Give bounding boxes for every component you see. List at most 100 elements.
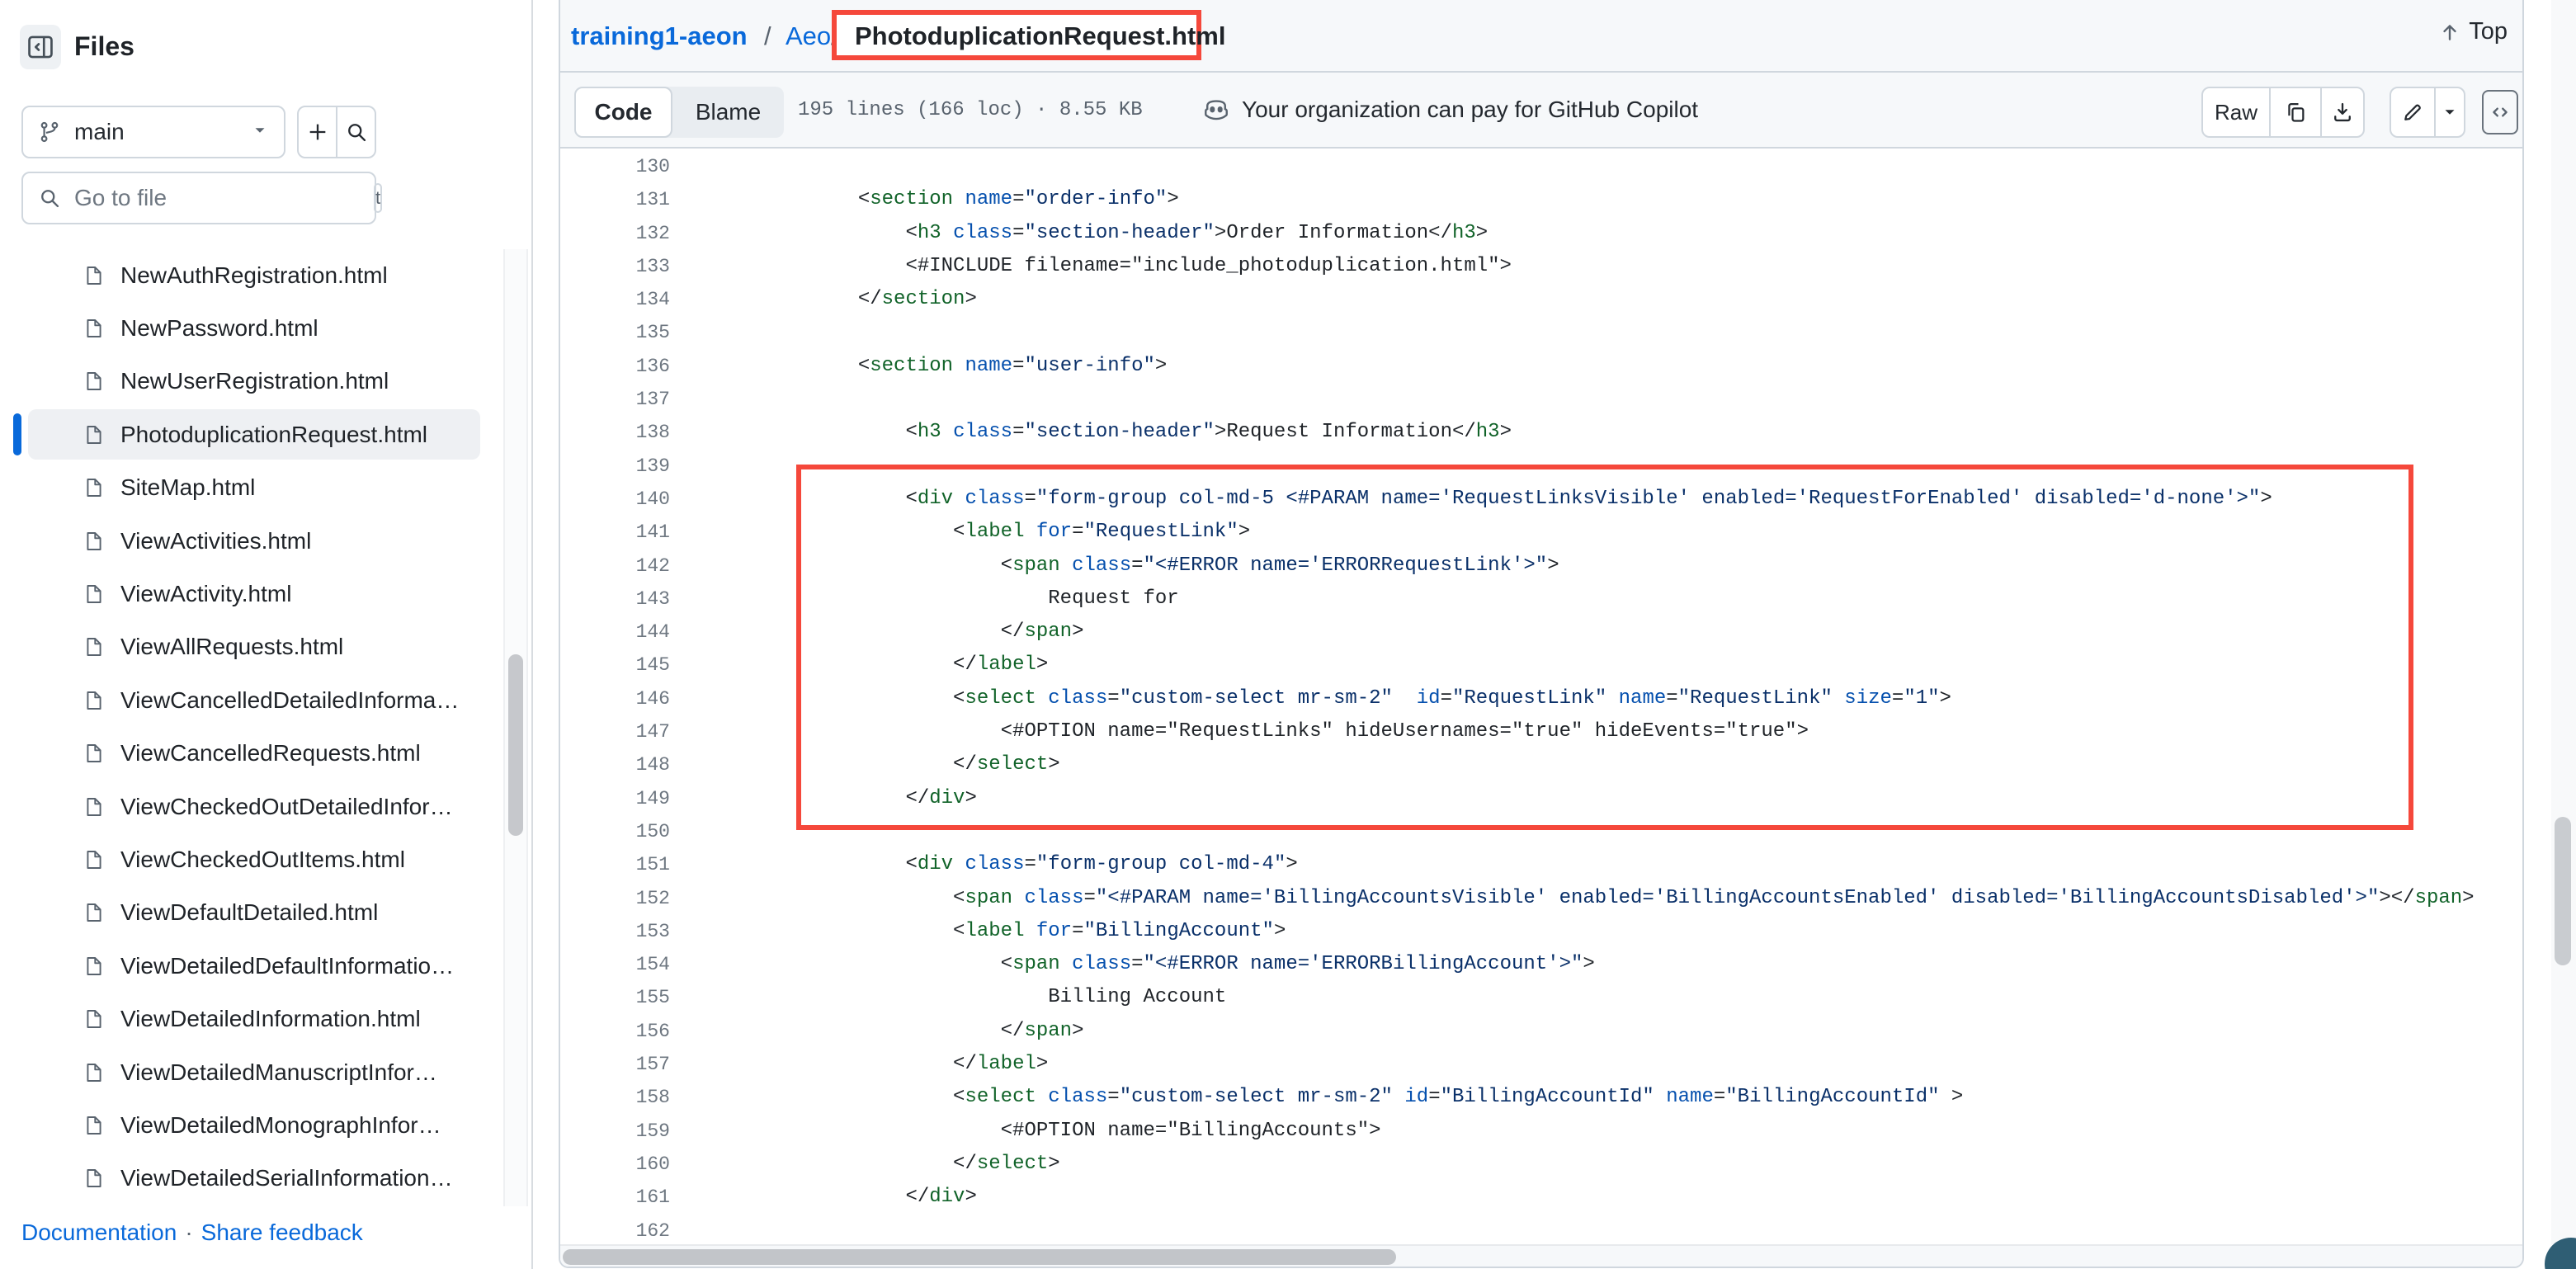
scroll-to-top-button[interactable]: Top [2439,18,2508,45]
breadcrumb-filename: PhotoduplicationRequest.html [855,21,1226,51]
line-number[interactable]: 155 [560,981,670,1014]
keyboard-shortcut-badge: t [374,183,382,213]
line-number[interactable]: 139 [560,450,670,483]
file-item[interactable]: ViewDetailedInformation.html [0,993,503,1045]
file-item[interactable]: NewAuthRegistration.html [0,249,503,301]
file-item[interactable]: PhotoduplicationRequest.html [0,408,503,460]
breadcrumb-repo-link[interactable]: training1-aeon [571,21,748,51]
line-number[interactable]: 130 [560,150,670,183]
line-number[interactable]: 159 [560,1115,670,1148]
line-number[interactable]: 160 [560,1148,670,1181]
footer-separator: · [185,1219,192,1245]
download-button[interactable] [2320,88,2363,136]
collapse-sidebar-button[interactable] [20,25,61,69]
line-number[interactable]: 145 [560,649,670,682]
file-item[interactable]: ViewActivities.html [0,515,503,567]
goto-file-search[interactable]: t [21,172,376,224]
code-line: 161 </div> [560,1181,2522,1214]
line-number[interactable]: 140 [560,483,670,516]
tab-blame[interactable]: Blame [672,87,784,138]
code-text: Billing Account [715,981,1226,1014]
file-item[interactable]: ViewDetailedDefaultInformatio… [0,940,503,992]
copy-raw-button[interactable] [2269,88,2320,136]
line-number[interactable]: 138 [560,416,670,449]
file-item[interactable]: ViewDefaultDetailed.html [0,887,503,939]
file-icon [83,1007,105,1031]
line-number[interactable]: 137 [560,383,670,416]
code-text: <#OPTION name="RequestLinks" hideUsernam… [715,715,1809,748]
file-item[interactable]: SiteMap.html [0,462,503,514]
page-scrollbar-track[interactable] [2551,0,2576,1269]
line-number[interactable]: 135 [560,316,670,349]
code-line: 155 Billing Account [560,981,2522,1014]
search-tree-button[interactable] [336,107,375,157]
code-line: 159 <#OPTION name="BillingAccounts"> [560,1115,2522,1148]
line-number[interactable]: 156 [560,1015,670,1048]
line-number[interactable]: 132 [560,217,670,250]
edit-options-dropdown[interactable] [2434,88,2464,136]
file-item[interactable]: ViewDetailedSerialInformation… [0,1153,503,1205]
line-number[interactable]: 157 [560,1048,670,1081]
share-feedback-link[interactable]: Share feedback [201,1219,363,1245]
goto-file-input[interactable] [73,184,374,212]
file-item[interactable]: ViewDetailedManuscriptInfor… [0,1046,503,1098]
line-number[interactable]: 141 [560,516,670,549]
code-line: 150 [560,815,2522,848]
file-item[interactable]: ViewCancelledRequests.html [0,728,503,780]
file-name: ViewCheckedOutItems.html [120,847,405,873]
line-number[interactable]: 143 [560,583,670,616]
raw-button[interactable]: Raw [2203,88,2269,136]
file-meta-info: 195 lines (166 loc) · 8.55 KB [798,73,1143,147]
code-hscrollbar-track[interactable] [560,1244,2522,1267]
file-item[interactable]: ViewActivity.html [0,568,503,620]
tab-code[interactable]: Code [574,87,672,138]
breadcrumb-separator: / [831,21,838,51]
page-scrollbar-thumb[interactable] [2555,817,2571,965]
file-item[interactable]: NewUserRegistration.html [0,356,503,408]
line-number[interactable]: 161 [560,1181,670,1214]
line-number[interactable]: 147 [560,715,670,748]
add-file-button[interactable] [299,107,336,157]
symbols-panel-button[interactable] [2482,90,2518,134]
code-line: 156 </span> [560,1015,2522,1048]
file-item[interactable]: ViewCheckedOutItems.html [0,833,503,885]
file-item[interactable]: ViewDetailedMonographInfor… [0,1099,503,1151]
line-number[interactable]: 133 [560,250,670,283]
line-number[interactable]: 150 [560,815,670,848]
line-number[interactable]: 131 [560,183,670,216]
line-number[interactable]: 134 [560,283,670,316]
file-icon [83,741,105,766]
line-number[interactable]: 153 [560,915,670,948]
selected-indicator [13,413,21,455]
line-number[interactable]: 158 [560,1081,670,1114]
corner-floating-widget[interactable] [2545,1238,2576,1269]
sidebar-footer: Documentation · Share feedback [21,1219,363,1246]
file-item[interactable]: ViewAllRequests.html [0,621,503,673]
line-number[interactable]: 144 [560,616,670,649]
line-number[interactable]: 146 [560,682,670,715]
copilot-banner[interactable]: Your organization can pay for GitHub Cop… [1202,73,1698,147]
line-number[interactable]: 152 [560,882,670,915]
line-number[interactable]: 162 [560,1215,670,1245]
sidebar-scrollbar-thumb[interactable] [508,654,523,836]
file-item[interactable]: NewPassword.html [0,302,503,354]
documentation-link[interactable]: Documentation [21,1219,177,1245]
edit-actions-group [2390,87,2465,138]
branch-selector[interactable]: main [21,106,285,158]
line-number[interactable]: 154 [560,948,670,981]
code-hscrollbar-thumb[interactable] [563,1249,1396,1265]
chevron-down-icon [251,121,269,144]
code-line: 148 </select> [560,748,2522,781]
edit-file-button[interactable] [2391,88,2434,136]
line-number[interactable]: 136 [560,350,670,383]
line-number[interactable]: 142 [560,550,670,583]
file-icon [83,795,105,819]
file-item[interactable]: ViewCancelledDetailedInforma… [0,674,503,726]
file-tree-sidebar: Files main t NewAuthRegistration.htmlNew… [0,0,531,1269]
line-number[interactable]: 151 [560,848,670,881]
line-number[interactable]: 149 [560,782,670,815]
sidebar-divider[interactable] [531,0,533,1269]
file-name: ViewActivity.html [120,581,291,607]
line-number[interactable]: 148 [560,748,670,781]
file-item[interactable]: ViewCheckedOutDetailedInfor… [0,781,503,833]
